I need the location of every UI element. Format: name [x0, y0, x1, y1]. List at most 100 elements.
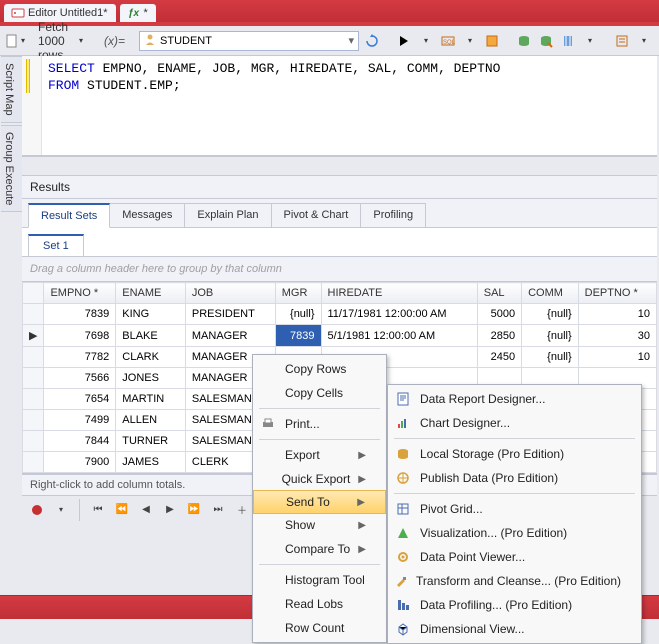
- menu-row-count[interactable]: Row Count: [253, 616, 386, 640]
- new-doc-dropdown[interactable]: ▾: [6, 31, 24, 51]
- sql-editor[interactable]: SELECT EMPNO, ENAME, JOB, MGR, HIREDATE,…: [22, 56, 657, 156]
- menu-quick-export[interactable]: Quick Export▶: [253, 467, 386, 491]
- cell-empno[interactable]: 7844: [44, 431, 116, 452]
- table-row[interactable]: ▶7698BLAKEMANAGER78395/1/1981 12:00:00 A…: [23, 325, 657, 347]
- cell-mgr[interactable]: 7839: [275, 325, 321, 347]
- fetch-dropdown[interactable]: ▾: [72, 31, 90, 51]
- cell-empno[interactable]: 7698: [44, 325, 116, 347]
- menu-show[interactable]: Show▶: [253, 513, 386, 537]
- col-job[interactable]: JOB: [185, 283, 275, 304]
- cell-empno[interactable]: 7654: [44, 389, 116, 410]
- submenu-dimensional-view[interactable]: Dimensional View...: [388, 617, 641, 641]
- submenu-publish-data[interactable]: Publish Data (Pro Edition): [388, 466, 641, 490]
- tool-icon-1[interactable]: [613, 31, 631, 51]
- submenu-visualization[interactable]: Visualization... (Pro Edition): [388, 521, 641, 545]
- menu-copy-cells[interactable]: Copy Cells: [253, 381, 386, 405]
- submenu-pivot-grid[interactable]: Pivot Grid...: [388, 497, 641, 521]
- db-icon-1[interactable]: [515, 31, 533, 51]
- tab-profiling[interactable]: Profiling: [360, 203, 426, 227]
- nav-first[interactable]: ⏮: [89, 501, 107, 519]
- cell-ename[interactable]: BLAKE: [116, 325, 186, 347]
- submenu-chart-designer[interactable]: Chart Designer...: [388, 411, 641, 435]
- col-deptno[interactable]: DEPTNO *: [578, 283, 656, 304]
- menu-copy-rows[interactable]: Copy Rows: [253, 357, 386, 381]
- cell-ename[interactable]: JONES: [116, 368, 186, 389]
- cell-hiredate[interactable]: 11/17/1981 12:00:00 AM: [321, 304, 477, 325]
- cell-ename[interactable]: JAMES: [116, 452, 186, 473]
- nav-next[interactable]: ▶: [161, 501, 179, 519]
- sql-tool-icon[interactable]: SQL: [439, 31, 457, 51]
- refresh-icon[interactable]: [363, 31, 381, 51]
- schema-select[interactable]: STUDENT ▾: [139, 31, 359, 51]
- cell-ename[interactable]: MARTIN: [116, 389, 186, 410]
- file-tab-label: *: [144, 7, 148, 19]
- cell-comm[interactable]: {null}: [522, 347, 579, 368]
- cell-deptno[interactable]: 30: [578, 325, 656, 347]
- row-indicator: [23, 431, 44, 452]
- cell-deptno[interactable]: 10: [578, 304, 656, 325]
- tab-explain-plan[interactable]: Explain Plan: [184, 203, 271, 227]
- sendto-submenu: Data Report Designer... Chart Designer..…: [387, 384, 642, 644]
- cell-hiredate[interactable]: 5/1/1981 12:00:00 AM: [321, 325, 477, 347]
- col-hiredate[interactable]: HIREDATE: [321, 283, 477, 304]
- cell-job[interactable]: MANAGER: [185, 325, 275, 347]
- run-dropdown[interactable]: ▾: [417, 31, 435, 51]
- cell-deptno[interactable]: 10: [578, 347, 656, 368]
- tab-messages[interactable]: Messages: [109, 203, 185, 227]
- explain-icon[interactable]: [483, 31, 501, 51]
- sql-code[interactable]: SELECT EMPNO, ENAME, JOB, MGR, HIREDATE,…: [42, 56, 506, 155]
- menu-print[interactable]: Print...: [253, 412, 386, 436]
- submenu-transform-cleanse[interactable]: Transform and Cleanse... (Pro Edition): [388, 569, 641, 593]
- debug-dropdown[interactable]: ▾: [581, 31, 599, 51]
- submenu-data-point-viewer[interactable]: Data Point Viewer...: [388, 545, 641, 569]
- col-mgr[interactable]: MGR: [275, 283, 321, 304]
- submenu-data-profiling[interactable]: Data Profiling... (Pro Edition): [388, 593, 641, 617]
- tool-1-dropdown[interactable]: ▾: [635, 31, 653, 51]
- submenu-data-report-designer[interactable]: Data Report Designer...: [388, 387, 641, 411]
- cell-empno[interactable]: 7782: [44, 347, 116, 368]
- col-empno[interactable]: EMPNO *: [44, 283, 116, 304]
- sql-tool-dropdown[interactable]: ▾: [461, 31, 479, 51]
- cell-job[interactable]: PRESIDENT: [185, 304, 275, 325]
- col-comm[interactable]: COMM: [522, 283, 579, 304]
- fx-toolbar-label[interactable]: (x)=: [104, 34, 125, 48]
- debug-icon[interactable]: [559, 31, 577, 51]
- cell-sal[interactable]: 5000: [477, 304, 521, 325]
- user-icon: [144, 33, 156, 48]
- cell-empno[interactable]: 7566: [44, 368, 116, 389]
- cell-ename[interactable]: ALLEN: [116, 410, 186, 431]
- menu-compare-to[interactable]: Compare To▶: [253, 537, 386, 561]
- cell-mgr[interactable]: {null}: [275, 304, 321, 325]
- record-dropdown[interactable]: ▾: [52, 501, 70, 519]
- nav-next-page[interactable]: ⏩: [185, 501, 203, 519]
- menu-send-to[interactable]: Send To▶: [253, 490, 386, 514]
- cell-empno[interactable]: 7900: [44, 452, 116, 473]
- tab-result-sets[interactable]: Result Sets: [28, 203, 110, 228]
- cell-sal[interactable]: 2850: [477, 325, 521, 347]
- cell-empno[interactable]: 7499: [44, 410, 116, 431]
- col-sal[interactable]: SAL: [477, 283, 521, 304]
- set-tab-1[interactable]: Set 1: [28, 234, 84, 256]
- menu-read-lobs[interactable]: Read Lobs: [253, 592, 386, 616]
- table-row[interactable]: 7839KINGPRESIDENT{null}11/17/1981 12:00:…: [23, 304, 657, 325]
- cell-ename[interactable]: CLARK: [116, 347, 186, 368]
- nav-prev-page[interactable]: ⏪: [113, 501, 131, 519]
- menu-export[interactable]: Export▶: [253, 443, 386, 467]
- cell-comm[interactable]: {null}: [522, 304, 579, 325]
- col-ename[interactable]: ENAME: [116, 283, 186, 304]
- nav-last[interactable]: ⏭: [209, 501, 227, 519]
- file-tab-fx[interactable]: ƒx *: [120, 4, 156, 22]
- submenu-local-storage[interactable]: Local Storage (Pro Edition): [388, 442, 641, 466]
- tab-pivot-chart[interactable]: Pivot & Chart: [271, 203, 362, 227]
- cell-ename[interactable]: KING: [116, 304, 186, 325]
- group-by-hint[interactable]: Drag a column header here to group by th…: [22, 256, 657, 282]
- cell-empno[interactable]: 7839: [44, 304, 116, 325]
- cell-ename[interactable]: TURNER: [116, 431, 186, 452]
- menu-histogram[interactable]: Histogram Tool: [253, 568, 386, 592]
- db-icon-2[interactable]: [537, 31, 555, 51]
- run-icon[interactable]: [395, 31, 413, 51]
- cell-comm[interactable]: {null}: [522, 325, 579, 347]
- nav-add[interactable]: ＋: [233, 501, 251, 519]
- cell-sal[interactable]: 2450: [477, 347, 521, 368]
- nav-prev[interactable]: ◀: [137, 501, 155, 519]
